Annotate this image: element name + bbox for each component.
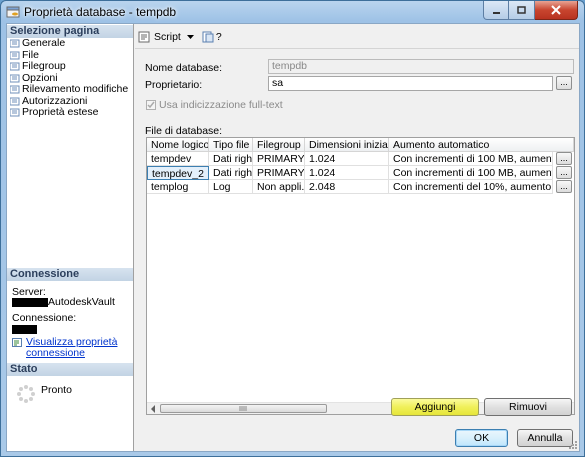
owner-browse-button[interactable]: ... [556, 76, 572, 90]
cell-autogrowth: Con incrementi del 10%, aumento illimita… [389, 180, 553, 194]
script-label: Script [154, 31, 181, 43]
progress-spinner-icon [17, 385, 35, 403]
col-header-file-type[interactable]: Tipo file [209, 138, 253, 152]
help-icon [202, 31, 214, 43]
page-list: Generale File Filegroup Opzioni Rilevame… [10, 37, 132, 119]
checkmark-icon [147, 101, 155, 109]
cancel-button[interactable]: Annulla [517, 429, 573, 447]
view-link-line2[interactable]: connessione [26, 347, 85, 359]
cell-autogrowth: Con incrementi di 100 MB, aumento illimi… [389, 166, 553, 180]
server-row: AutodeskVault [12, 296, 115, 308]
cell-autogrowth: Con incrementi di 100 MB, aumento illimi… [389, 152, 553, 166]
page-icon [10, 85, 20, 94]
script-dropdown[interactable] [186, 34, 194, 40]
cell-file-type[interactable]: Dati righe [209, 152, 253, 166]
col-header-logical-name[interactable]: Nome logico [147, 138, 209, 152]
minimize-icon [492, 11, 500, 14]
table-row[interactable]: tempdev_2 Dati righe PRIMARY 1.024 Con i… [147, 166, 574, 180]
page-label: Proprietà estese [22, 106, 99, 118]
toolbar-separator [135, 48, 579, 49]
cell-initial-size[interactable]: 1.024 [305, 152, 389, 166]
autogrowth-edit-button[interactable]: ... [556, 166, 572, 179]
cell-logical-name-selected[interactable]: tempdev_2 [147, 166, 209, 180]
help-button[interactable]: ? [202, 31, 222, 43]
grip-icon [239, 406, 247, 411]
connection-row [12, 323, 37, 335]
owner-field[interactable]: sa [268, 76, 553, 91]
owner-label: Proprietario: [145, 79, 203, 91]
db-name-label: Nome database: [145, 62, 223, 74]
grid-header-row: Nome logico Tipo file Filegroup Dimensio… [147, 138, 574, 152]
resize-grip-icon[interactable] [568, 440, 578, 450]
table-row[interactable]: templog Log Non appli... 2.048 Con incre… [147, 180, 574, 194]
page-item-rilevamento-modifiche[interactable]: Rilevamento modifiche [10, 83, 132, 96]
dialog-client: Selezione pagina Generale File Filegroup… [6, 23, 580, 452]
page-icon [10, 51, 20, 60]
files-label: File di database: [145, 125, 223, 137]
database-icon [6, 6, 20, 18]
db-name-field[interactable]: tempdb [268, 59, 574, 74]
page-icon [10, 74, 20, 83]
view-connection-link[interactable]: Visualizza proprietà connessione [12, 337, 117, 359]
autogrowth-edit-button[interactable]: ... [556, 180, 572, 193]
redacted-connection [12, 324, 37, 334]
add-button[interactable]: Aggiungi [391, 398, 479, 416]
redacted-server-prefix [12, 297, 48, 307]
left-panel: Selezione pagina Generale File Filegroup… [7, 24, 134, 451]
col-header-filegroup[interactable]: Filegroup [253, 138, 305, 152]
page-icon [10, 39, 20, 48]
ok-button[interactable]: OK [455, 429, 508, 447]
cell-file-type[interactable]: Dati righe [209, 166, 253, 180]
scrollbar-thumb[interactable] [160, 404, 327, 413]
scroll-left-icon[interactable] [149, 404, 157, 414]
script-icon [138, 31, 150, 43]
page-item-generale[interactable]: Generale [10, 37, 132, 50]
dialog-window: Proprietà database - tempdb Selezione pa… [0, 0, 585, 457]
fulltext-label: Usa indicizzazione full-text [159, 99, 283, 111]
cell-logical-name[interactable]: templog [147, 180, 209, 194]
close-icon [551, 5, 561, 15]
toolbar: Script ? [138, 28, 226, 46]
properties-icon [12, 338, 22, 347]
script-button[interactable]: Script [138, 31, 181, 43]
page-icon [10, 97, 20, 106]
page-label: Filegroup [22, 60, 66, 72]
page-item-filegroup[interactable]: Filegroup [10, 60, 132, 73]
window-title: Proprietà database - tempdb [24, 5, 177, 19]
table-row[interactable]: tempdev Dati righe PRIMARY 1.024 Con inc… [147, 152, 574, 166]
fulltext-checkbox[interactable] [146, 100, 156, 110]
status-value: Pronto [41, 384, 72, 396]
title-bar[interactable]: Proprietà database - tempdb [1, 1, 584, 23]
col-header-autogrowth[interactable]: Aumento automatico [389, 138, 574, 152]
maximize-button[interactable] [509, 1, 535, 20]
server-value: AutodeskVault [48, 296, 115, 308]
col-header-initial-size[interactable]: Dimensioni iniziali (MB) [305, 138, 389, 152]
chevron-down-icon [186, 34, 194, 39]
status-header: Stato [7, 363, 133, 376]
page-icon [10, 108, 20, 117]
page-label: Generale [22, 37, 66, 49]
cell-filegroup[interactable]: PRIMARY [253, 152, 305, 166]
cell-logical-name[interactable]: tempdev [147, 152, 209, 166]
connection-header: Connessione [7, 268, 133, 281]
cell-initial-size[interactable]: 2.048 [305, 180, 389, 194]
database-files-grid[interactable]: Nome logico Tipo file Filegroup Dimensio… [146, 137, 575, 415]
page-label: Rilevamento modifiche [22, 83, 129, 95]
page-item-proprieta-estese[interactable]: Proprietà estese [10, 106, 132, 119]
autogrowth-edit-button[interactable]: ... [556, 152, 572, 165]
cell-initial-size[interactable]: 1.024 [305, 166, 389, 180]
page-icon [10, 62, 20, 71]
cell-file-type[interactable]: Log [209, 180, 253, 194]
maximize-icon [517, 5, 526, 14]
help-label: ? [215, 31, 222, 43]
cell-filegroup[interactable]: Non appli... [253, 180, 305, 194]
minimize-button[interactable] [483, 1, 509, 20]
cell-filegroup[interactable]: PRIMARY [253, 166, 305, 180]
close-button[interactable] [535, 1, 578, 20]
remove-button[interactable]: Rimuovi [484, 398, 572, 416]
